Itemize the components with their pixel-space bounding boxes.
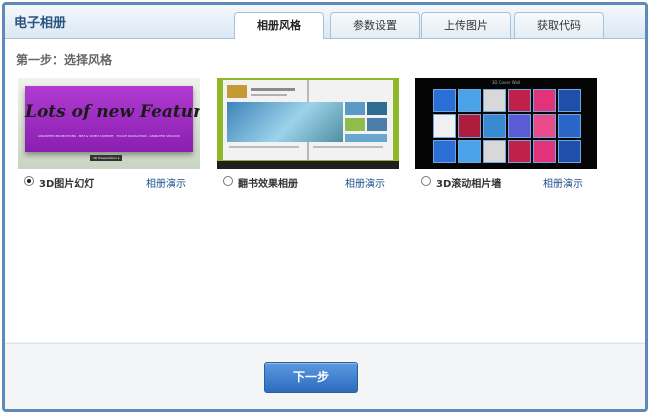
radio-page-flip[interactable]: [223, 176, 233, 186]
content-area: 第一步：选择风格 Lots of new Features UNLIMITED …: [5, 39, 645, 342]
demo-link-3d-wall[interactable]: 相册演示: [543, 175, 583, 190]
style-option-3d-wall: 3D Cover Wall 3D滚动相片墙 相册演示: [415, 78, 597, 192]
book-text-line: [313, 146, 383, 148]
book-small-photo: [367, 102, 387, 115]
wall-tile: [533, 89, 556, 113]
wall-tile: [458, 139, 481, 163]
book-small-photo: [345, 102, 365, 115]
wall-tile: [558, 139, 581, 163]
wall-tile: [433, 139, 456, 163]
app-title: 电子相册: [14, 16, 67, 31]
demo-link-3d-slideshow[interactable]: 相册演示: [146, 175, 186, 190]
wall-tile: [508, 89, 531, 113]
photo-wall-grid: [432, 88, 582, 164]
wall-tile: [458, 89, 481, 113]
option-row-3d-wall: 3D滚动相片墙 相册演示: [421, 175, 597, 191]
radio-3d-slideshow[interactable]: [24, 176, 34, 186]
slide-headline: Lots of new Features: [25, 102, 200, 122]
book-small-photo: [367, 118, 387, 131]
wall-tile: [483, 139, 506, 163]
wall-tile: [433, 89, 456, 113]
book-photo: [227, 102, 343, 142]
book-text-line: [251, 88, 295, 91]
footer-bar: 下一步: [5, 343, 645, 409]
wall-tile: [458, 114, 481, 138]
book-small-photo: [345, 118, 365, 131]
tab-album-style[interactable]: 相册风格: [234, 12, 324, 39]
radio-3d-wall[interactable]: [421, 176, 431, 186]
wall-tile: [533, 139, 556, 163]
option-label: 3D滚动相片墙: [436, 179, 502, 190]
wall-tile: [483, 89, 506, 113]
book-text-line: [251, 94, 287, 96]
book-logo: [227, 85, 247, 98]
book-toolbar: [217, 161, 399, 169]
option-label: 翻书效果相册: [238, 179, 298, 190]
option-row-page-flip: 翻书效果相册 相册演示: [223, 175, 399, 191]
tab-parameter-settings[interactable]: 参数设置: [330, 12, 420, 38]
style-option-page-flip: 翻书效果相册 相册演示: [217, 78, 399, 192]
slide-subline: UNLIMITED PROMOTIONS · MP3 & VIDEO SUPPO…: [38, 134, 180, 138]
wall-tile: [508, 139, 531, 163]
option-row-3d-slideshow: 3D图片幻灯 相册演示: [24, 175, 200, 191]
thumbnail-3d-slideshow[interactable]: Lots of new Features UNLIMITED PROMOTION…: [18, 78, 200, 169]
tab-upload-photos[interactable]: 上传图片: [421, 12, 511, 38]
wall-tile: [533, 114, 556, 138]
thumbnail-page-flip[interactable]: [217, 78, 399, 169]
step-title: 第一步：选择风格: [16, 53, 113, 67]
slide-banner: Lots of new Features UNLIMITED PROMOTION…: [25, 86, 200, 152]
wall-tile: [483, 114, 506, 138]
wall-tile: [558, 114, 581, 138]
tab-get-code[interactable]: 获取代码: [514, 12, 604, 38]
book-small-photo: [345, 134, 387, 142]
open-book: [223, 80, 393, 160]
wall-tile: [433, 114, 456, 138]
wall-tile: [558, 89, 581, 113]
book-text-line: [229, 146, 299, 148]
header-bar: 电子相册 相册风格 参数设置 上传图片 获取代码: [5, 5, 645, 39]
thumbnail-3d-wall[interactable]: 3D Cover Wall: [415, 78, 597, 169]
album-wizard-window: 电子相册 相册风格 参数设置 上传图片 获取代码 第一步：选择风格 Lots o…: [2, 2, 648, 412]
demo-link-page-flip[interactable]: 相册演示: [345, 175, 385, 190]
wall-title: 3D Cover Wall: [491, 80, 521, 85]
wall-tile: [508, 114, 531, 138]
slide-caption: 3D Presentation ▸: [90, 155, 123, 161]
next-step-button[interactable]: 下一步: [264, 362, 358, 393]
style-option-3d-slideshow: Lots of new Features UNLIMITED PROMOTION…: [18, 78, 200, 192]
option-label: 3D图片幻灯: [39, 179, 95, 190]
